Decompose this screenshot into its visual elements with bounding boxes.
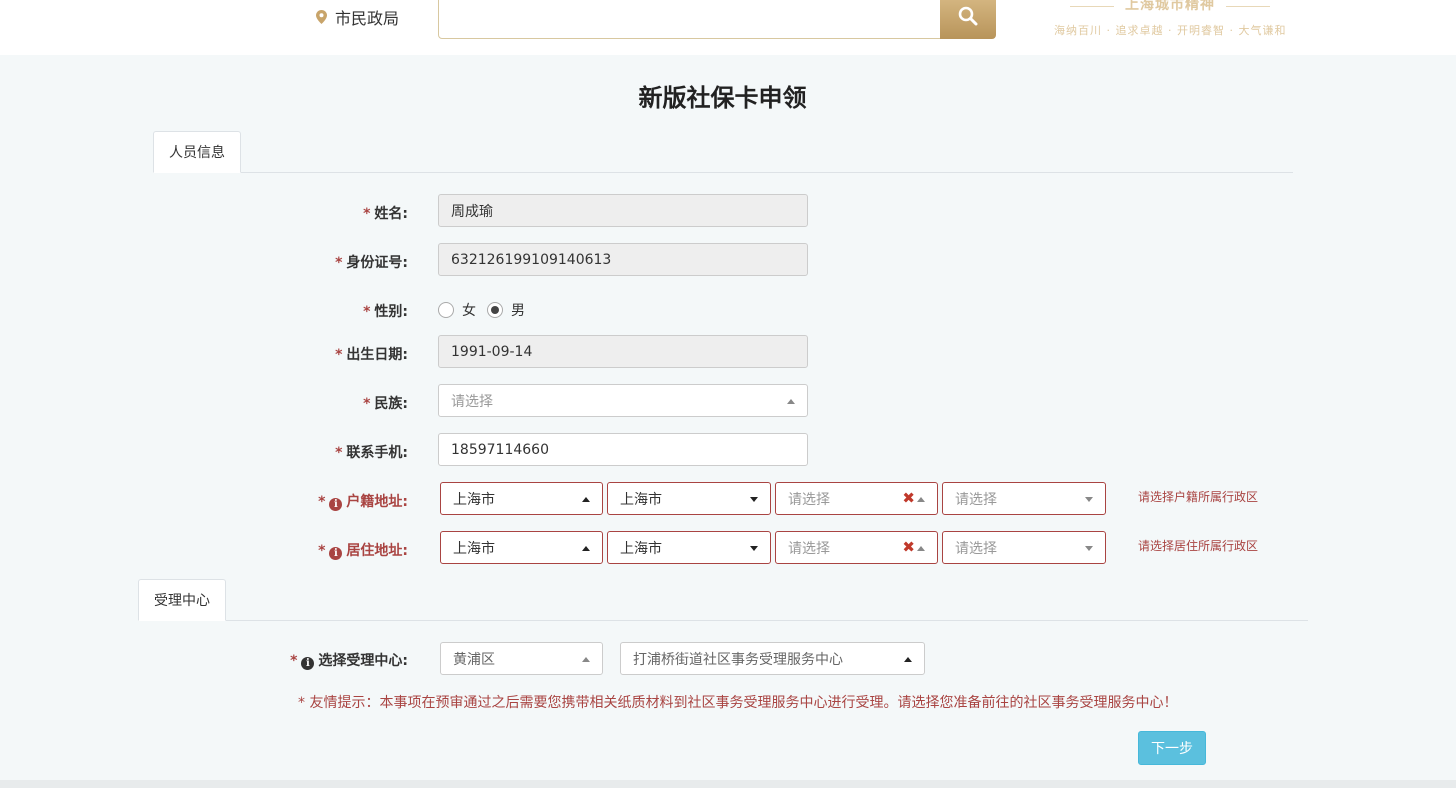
tab-acceptance-center[interactable]: 受理中心 (138, 579, 226, 621)
location-selector[interactable]: 市民政局 (316, 5, 399, 29)
huji-district-select[interactable]: 请选择 ✖ (775, 482, 938, 515)
select-placeholder: 请选择 (788, 540, 830, 557)
select-placeholder: 请选择 (955, 540, 997, 557)
gender-radio-female[interactable]: 女 (438, 300, 476, 320)
caret-up-icon (904, 657, 912, 662)
caret-up-icon (582, 657, 590, 662)
residence-error-message: 请选择居住所属行政区 (1138, 539, 1259, 553)
select-value: 上海市 (453, 540, 495, 557)
id-number-field[interactable]: 632126199109140613 (438, 243, 808, 276)
birth-date-label: * 出生日期: (335, 347, 408, 363)
huji-error-message: 请选择户籍所属行政区 (1138, 490, 1259, 504)
id-number-label: * 身份证号: (335, 255, 408, 271)
tab-person-info[interactable]: 人员信息 (153, 131, 241, 173)
select-value: 上海市 (453, 491, 495, 508)
caret-down-icon (1085, 546, 1093, 551)
name-label: * 姓名: (363, 206, 408, 222)
residence-city-select[interactable]: 上海市 (607, 531, 771, 564)
top-header: 市民政局 上海城市精神 海纳百川 · 追求卓越 · 开明睿智 · 大气谦和 (0, 0, 1456, 55)
caret-up-icon (582, 546, 590, 551)
gender-label: * 性别: (363, 304, 408, 320)
radio-circle-selected[interactable] (487, 302, 503, 318)
ethnicity-label: * 民族: (363, 396, 408, 412)
search-button[interactable] (940, 0, 996, 39)
phone-field[interactable]: 18597114660 (438, 433, 808, 466)
location-label: 市民政局 (335, 9, 400, 28)
radio-label: 女 (462, 303, 476, 319)
select-placeholder: 请选择 (788, 491, 830, 508)
select-value: 上海市 (620, 491, 662, 508)
ethnicity-select[interactable]: 请选择 (438, 384, 808, 417)
select-value: 打浦桥街道社区事务受理服务中心 (633, 651, 843, 668)
caret-down-icon (750, 497, 758, 502)
friendly-tip: * 友情提示：本事项在预审通过之后需要您携带相关纸质材料到社区事务受理服务中心进… (298, 695, 1178, 711)
center-select[interactable]: 打浦桥街道社区事务受理服务中心 (620, 642, 925, 675)
residence-province-select[interactable]: 上海市 (440, 531, 603, 564)
caret-up-icon (787, 399, 795, 404)
radio-label: 男 (511, 303, 525, 319)
huji-province-select[interactable]: 上海市 (440, 482, 603, 515)
footer-strip (0, 780, 1456, 788)
phone-label: * 联系手机: (335, 445, 408, 461)
name-field[interactable]: 周成瑜 (438, 194, 808, 227)
residence-street-select[interactable]: 请选择 (942, 531, 1106, 564)
select-placeholder: 请选择 (955, 491, 997, 508)
info-icon: i (329, 547, 343, 560)
birth-date-field[interactable]: 1991-09-14 (438, 335, 808, 368)
huji-street-select[interactable]: 请选择 (942, 482, 1106, 515)
center-label: * i 选择受理中心: (290, 653, 408, 670)
tab-divider (153, 172, 1293, 173)
residence-district-select[interactable]: 请选择 ✖ (775, 531, 938, 564)
search-input[interactable] (438, 0, 941, 39)
select-value: 上海市 (620, 540, 662, 557)
caret-up-icon (917, 497, 925, 502)
slogan-title: 上海城市精神 (1070, 0, 1270, 14)
info-icon: i (329, 498, 343, 511)
radio-circle[interactable] (438, 302, 454, 318)
select-placeholder: 请选择 (451, 393, 493, 410)
caret-up-icon (582, 497, 590, 502)
page-title: 新版社保卡申领 (638, 84, 807, 112)
location-pin-icon (316, 10, 327, 24)
center-district-select[interactable]: 黄浦区 (440, 642, 603, 675)
huji-city-select[interactable]: 上海市 (607, 482, 771, 515)
caret-down-icon (1085, 497, 1093, 502)
slogan-subtitle: 海纳百川 · 追求卓越 · 开明睿智 · 大气谦和 (1054, 24, 1287, 37)
search-icon (958, 6, 978, 30)
caret-up-icon (917, 546, 925, 551)
huji-address-label: * i 户籍地址: (318, 494, 408, 511)
tab-divider (138, 620, 1308, 621)
clear-icon[interactable]: ✖ (902, 489, 915, 507)
info-icon: i (301, 657, 315, 670)
select-value: 黄浦区 (453, 651, 495, 668)
next-step-button[interactable]: 下一步 (1138, 731, 1206, 765)
caret-down-icon (750, 546, 758, 551)
residence-address-label: * i 居住地址: (318, 543, 408, 560)
clear-icon[interactable]: ✖ (902, 538, 915, 556)
gender-radio-male[interactable]: 男 (487, 300, 525, 320)
